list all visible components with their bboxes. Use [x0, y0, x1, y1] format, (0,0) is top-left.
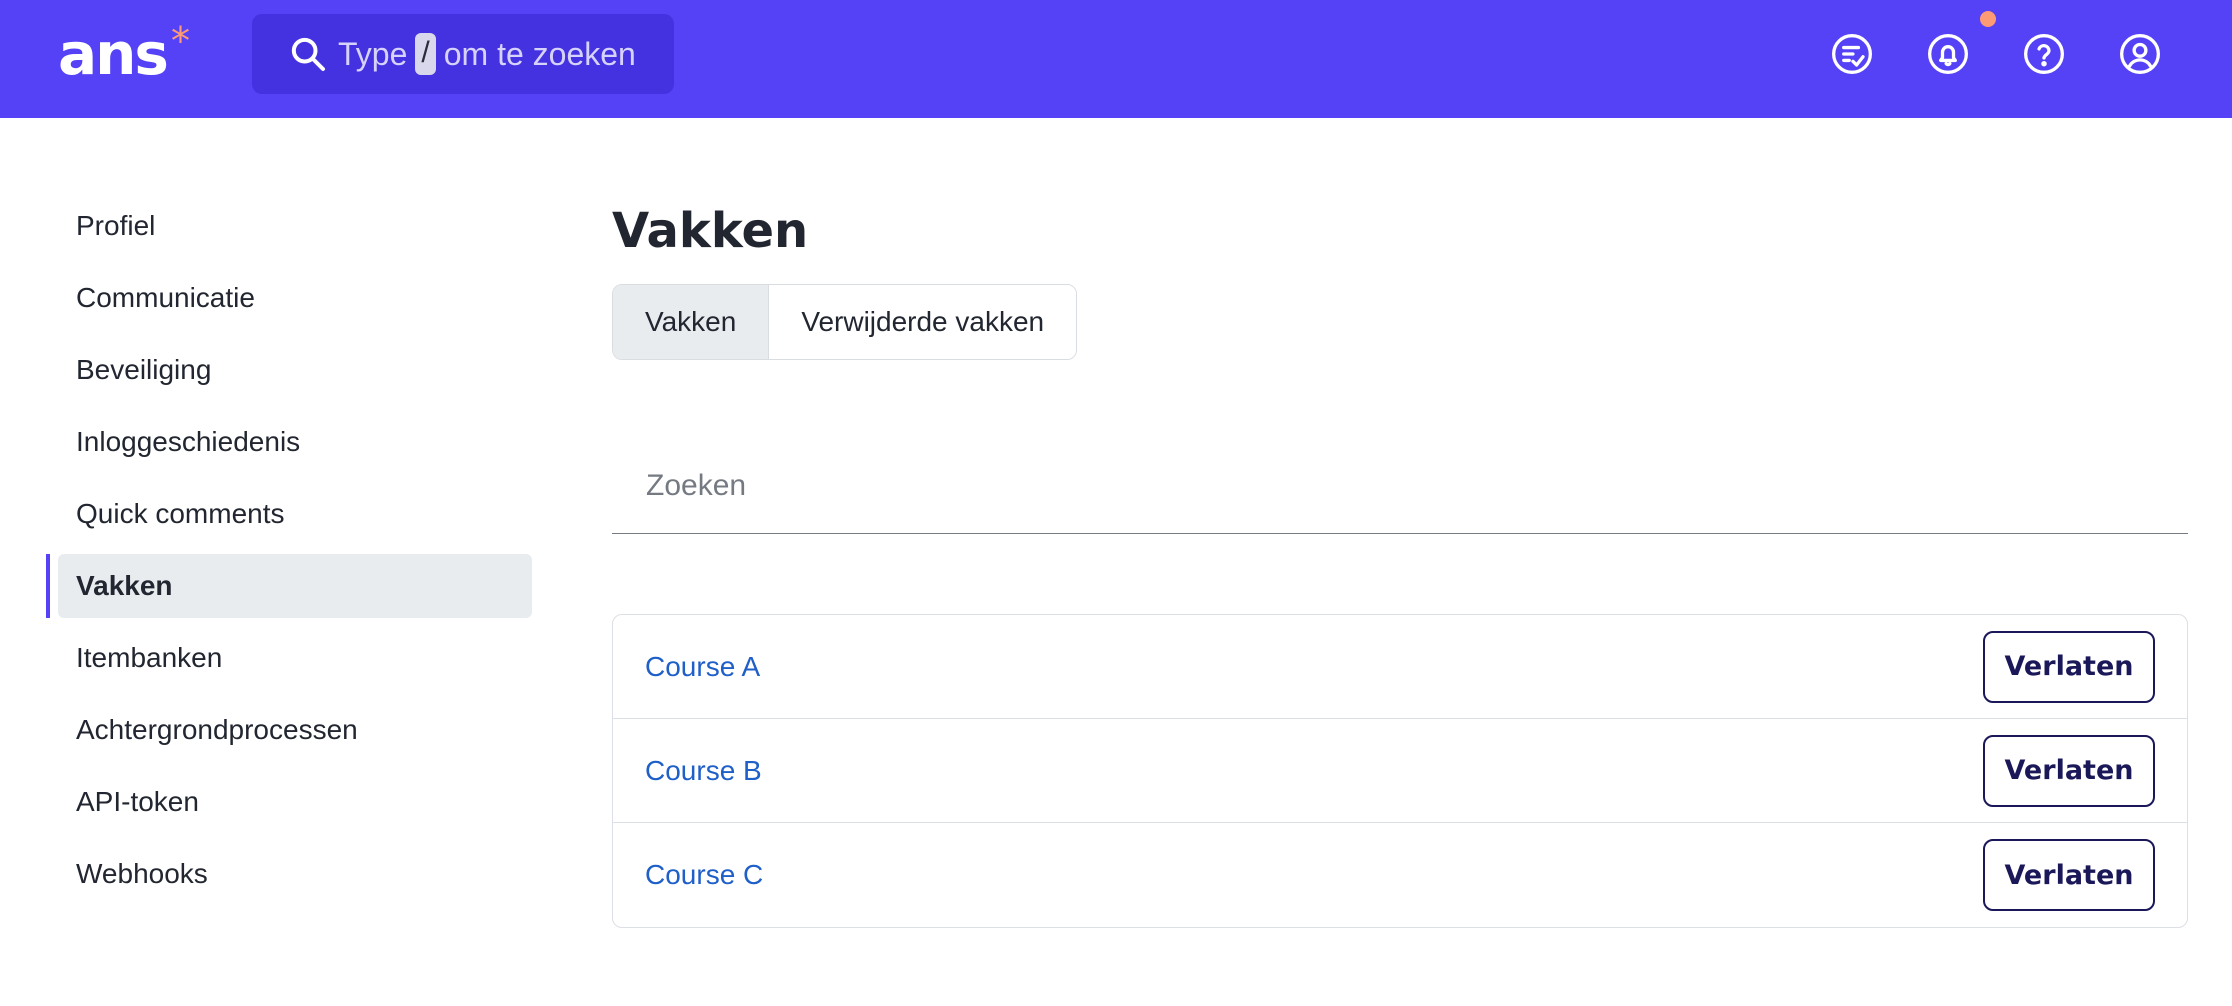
- leave-course-button[interactable]: Verlaten: [1983, 839, 2155, 911]
- list-item: Course A Verlaten: [613, 615, 2187, 719]
- leave-course-button[interactable]: Verlaten: [1983, 734, 2155, 807]
- sidebar-item-vakken[interactable]: Vakken: [46, 554, 532, 618]
- search-hint-prefix: Type: [338, 35, 408, 72]
- tab-vakken[interactable]: Vakken: [613, 285, 770, 359]
- course-search-input[interactable]: [644, 467, 2188, 504]
- ans-logo[interactable]: ans *: [58, 14, 190, 94]
- sidebar-item-quick-comments[interactable]: Quick comments: [48, 482, 532, 546]
- header-actions: [1830, 11, 2162, 76]
- list-item: Course C Verlaten: [613, 823, 2187, 927]
- list-item: Course B Verlaten: [613, 719, 2187, 823]
- sidebar-item-inloggeschiedenis[interactable]: Inloggeschiedenis: [48, 410, 532, 474]
- sidebar-item-communicatie[interactable]: Communicatie: [48, 266, 532, 330]
- page-title: Vakken: [612, 203, 809, 259]
- course-link[interactable]: Course B: [645, 755, 762, 787]
- bell-icon[interactable]: [1926, 11, 1996, 76]
- search-hint-suffix: om te zoeken: [443, 35, 636, 72]
- course-link[interactable]: Course A: [645, 651, 760, 683]
- sidebar-item-achtergrondprocessen[interactable]: Achtergrondprocessen: [48, 698, 532, 762]
- sidebar-item-profiel[interactable]: Profiel: [48, 194, 532, 258]
- sidebar-item-beveiliging[interactable]: Beveiliging: [48, 338, 532, 402]
- logo-asterisk: *: [170, 19, 190, 63]
- course-search-wrapper: [612, 438, 2188, 534]
- tasks-icon[interactable]: [1830, 32, 1874, 76]
- search-shortcut-key: /: [415, 33, 436, 75]
- course-list: Course A Verlaten Course B Verlaten Cour…: [612, 614, 2188, 928]
- user-icon[interactable]: [2118, 32, 2162, 76]
- sidebar-item-itembanken[interactable]: Itembanken: [48, 626, 532, 690]
- leave-course-button[interactable]: Verlaten: [1983, 630, 2155, 703]
- sidebar-item-api-token[interactable]: API-token: [48, 770, 532, 834]
- help-icon[interactable]: [2022, 32, 2066, 76]
- course-link[interactable]: Course C: [645, 859, 763, 891]
- logo-text: ans: [58, 20, 169, 88]
- tab-group: Vakken Verwijderde vakken: [612, 284, 1078, 360]
- sidebar-item-webhooks[interactable]: Webhooks: [48, 842, 532, 906]
- notification-dot: [1980, 11, 1996, 27]
- main-content: Vakken Vakken Verwijderde vakken Course …: [612, 190, 2188, 928]
- search-icon: [288, 34, 328, 74]
- global-search-box[interactable]: Type / om te zoeken: [252, 14, 674, 94]
- tab-verwijderde-vakken[interactable]: Verwijderde vakken: [769, 285, 1077, 359]
- settings-sidebar: Profiel Communicatie Beveiliging Inlogge…: [46, 194, 532, 914]
- top-bar: ans * Type / om te zoeken: [0, 0, 2232, 118]
